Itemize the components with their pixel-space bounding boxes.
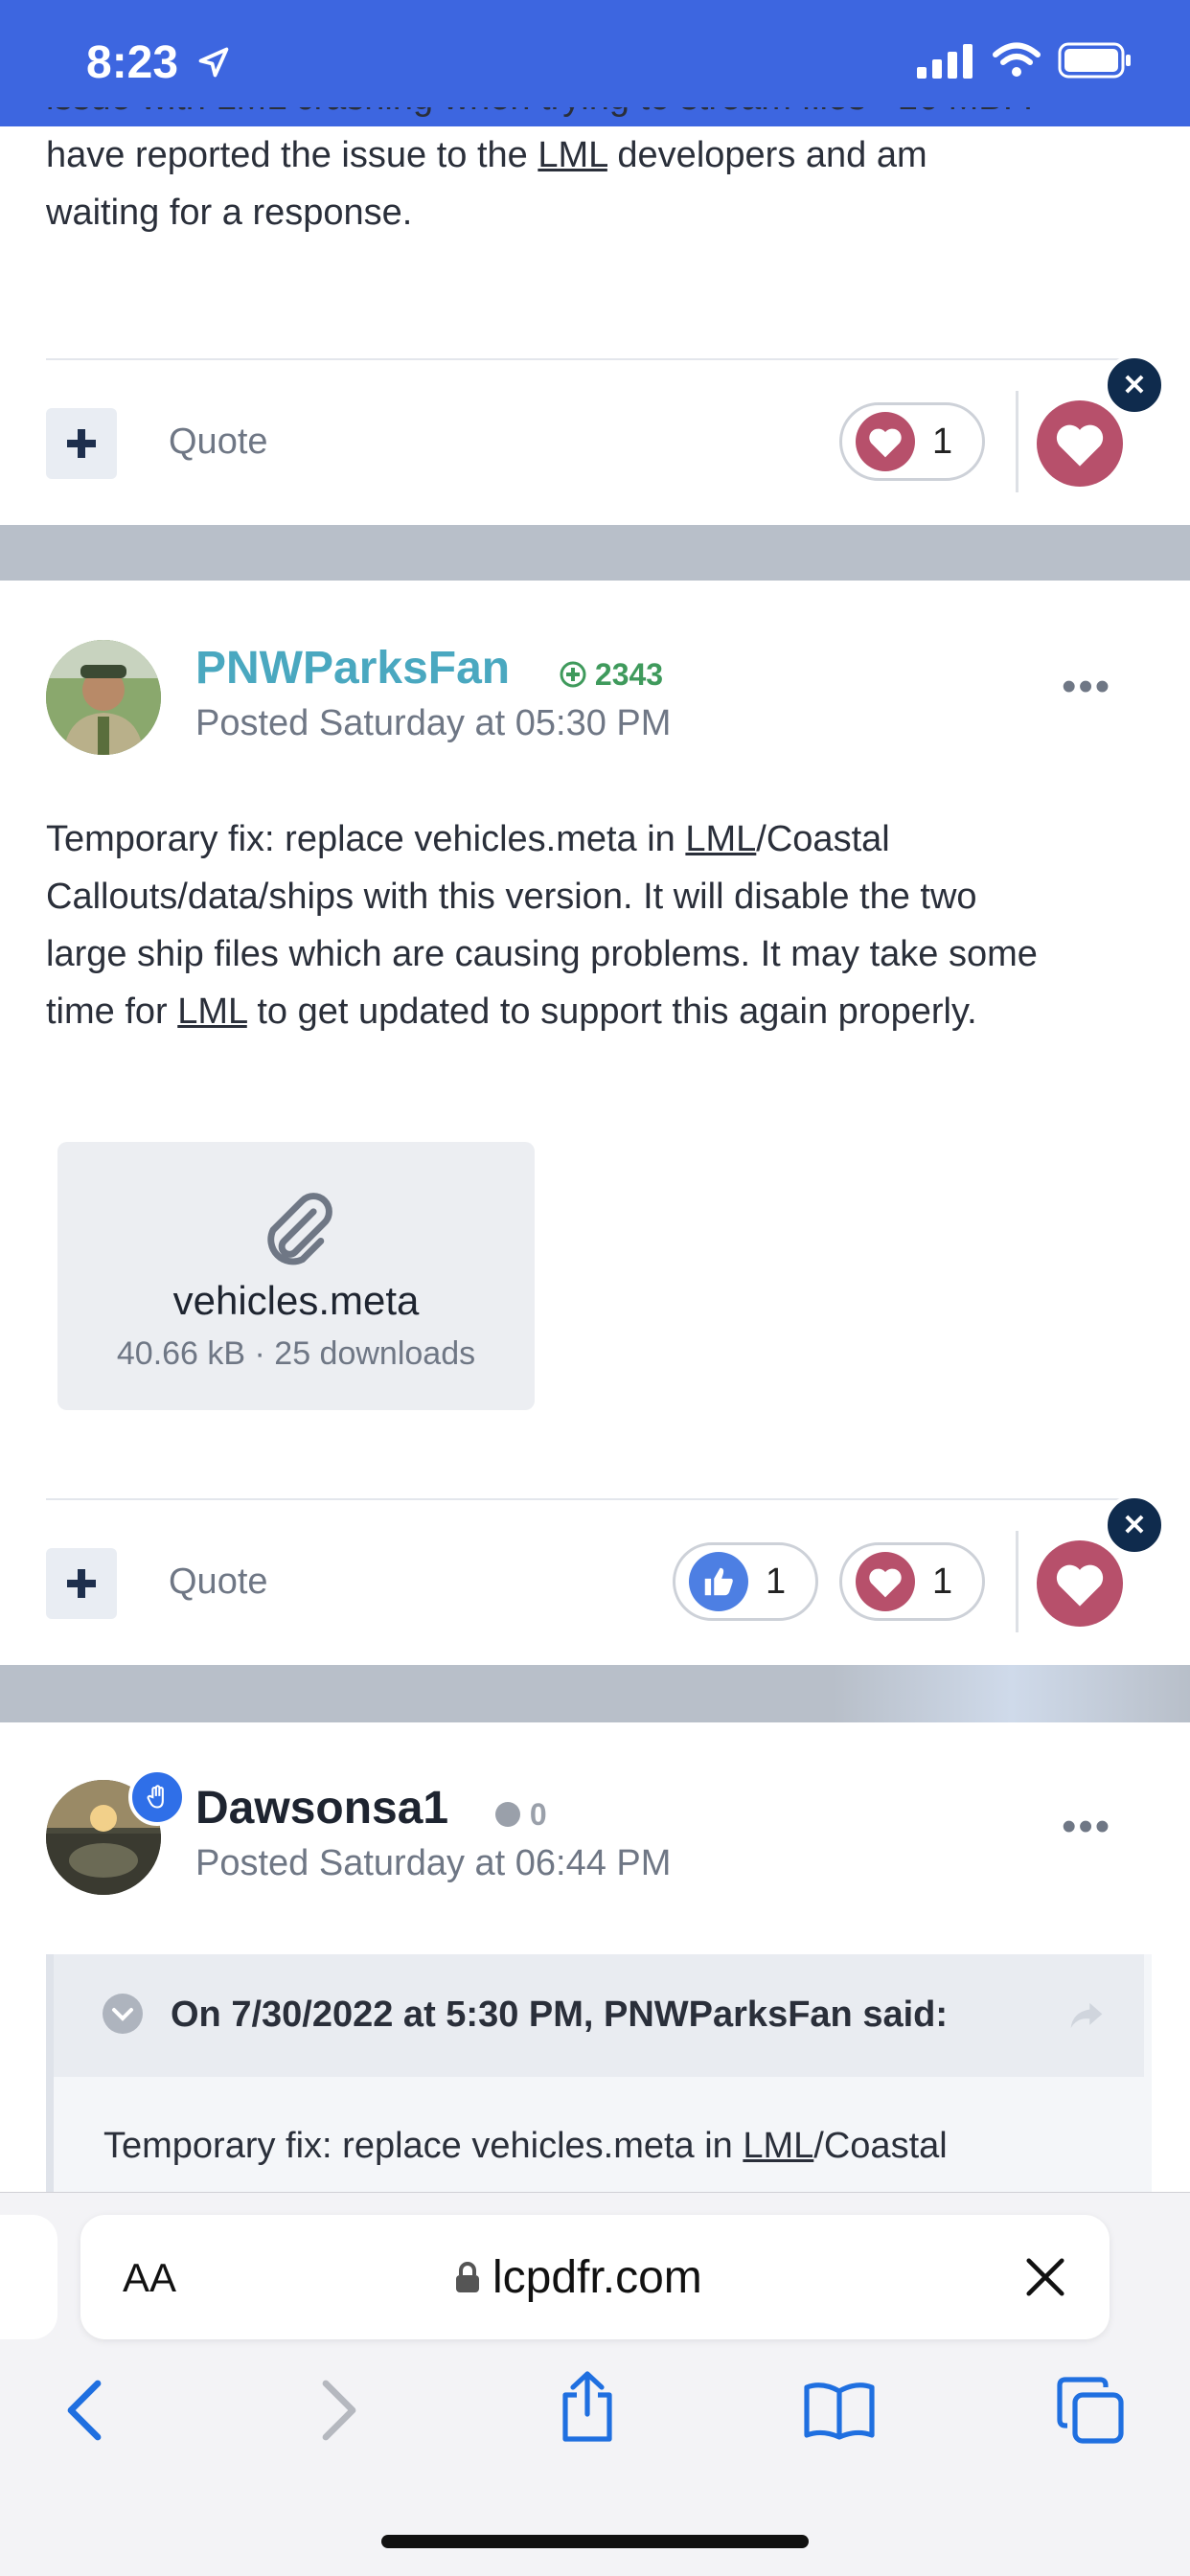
remove-reaction-close-icon[interactable]: ✕ [1104, 354, 1165, 416]
post2-reputation-badge: 2343 [560, 657, 663, 693]
attachment-filename: vehicles.meta [172, 1278, 420, 1323]
post3-timestamp: Posted Saturday at 06:44 PM [195, 1843, 672, 1883]
battery-icon [1058, 42, 1131, 79]
quote-button[interactable]: Quote [169, 1562, 268, 1603]
post1-text-line1: have reported the issue to the LML devel… [46, 126, 1157, 184]
post-separator [0, 525, 1190, 581]
post3-reputation-value: 0 [529, 1797, 547, 1832]
post-separator [0, 1665, 1190, 1722]
avatar[interactable] [46, 640, 161, 755]
heart-icon [1056, 1564, 1104, 1607]
back-icon[interactable] [63, 2380, 105, 2441]
online-hand-badge [128, 1768, 186, 1826]
url-text: lcpdfr.com [492, 2252, 702, 2303]
reaction-separator [1016, 1531, 1018, 1632]
lml-link[interactable]: LML [177, 992, 247, 1032]
heart-reaction-icon [856, 1552, 915, 1611]
status-time: 8:23 [86, 36, 231, 89]
post2-body-line3-pre: time for [46, 992, 178, 1032]
chevron-down-circle-icon[interactable] [102, 1993, 144, 2035]
plus-icon [67, 1569, 96, 1598]
reader-aa-button[interactable]: AA [123, 2255, 176, 2301]
post2-reputation-value: 2343 [594, 657, 664, 692]
lml-link[interactable]: LML [685, 819, 756, 859]
post2-body-line3-post: to get updated to support this again pro… [246, 992, 977, 1032]
post2-divider [46, 1498, 1144, 1500]
post1-line1-c: developers and am [606, 135, 927, 175]
wifi-icon [992, 42, 1041, 77]
neutral-circle-icon [495, 1802, 520, 1827]
react-heart-button[interactable] [1037, 1540, 1123, 1627]
post1-line0-text: issue with LML crashing when trying to s… [46, 107, 1033, 126]
post2-timestamp: Posted Saturday at 05:30 PM [195, 703, 672, 743]
bookmarks-icon[interactable] [803, 2380, 876, 2441]
close-icon[interactable] [1023, 2255, 1067, 2299]
home-indicator [381, 2535, 809, 2548]
go-to-post-arrow-icon[interactable] [1067, 1998, 1106, 2033]
like-reaction-count: 1 [766, 1561, 787, 1602]
paperclip-icon [267, 1193, 332, 1265]
avatar-photo-icon [46, 640, 161, 755]
attachment-card[interactable]: vehicles.meta 40.66 kB · 25 downloads [57, 1142, 535, 1410]
plus-circle-icon [560, 661, 586, 688]
more-options-icon[interactable]: ••• [1062, 1803, 1111, 1851]
post2-body-line: large ship files which are causing probl… [46, 934, 1038, 974]
post2-body-line: Callouts/data/ships with this version. I… [46, 877, 977, 917]
previous-tab-edge[interactable] [0, 2215, 57, 2339]
signal-icon [917, 44, 973, 79]
heart-reaction-count: 1 [932, 421, 953, 462]
post2-username[interactable]: PNWParksFan [195, 642, 510, 695]
heart-reaction-pill[interactable]: 1 [839, 402, 985, 481]
tabs-icon[interactable] [1056, 2376, 1125, 2445]
quote-header[interactable]: On 7/30/2022 at 5:30 PM, PNWParksFan sai… [54, 1954, 1144, 2077]
post2-body-line: time for LML to get updated to support t… [46, 983, 1157, 1040]
multiquote-plus-button[interactable] [46, 408, 117, 479]
heart-reaction-icon [856, 412, 915, 471]
forward-icon[interactable] [318, 2380, 360, 2441]
like-reaction-icon [689, 1552, 748, 1611]
remove-reaction-close-icon[interactable]: ✕ [1104, 1494, 1165, 1556]
share-icon[interactable] [558, 2368, 617, 2445]
quote-button[interactable]: Quote [169, 422, 268, 463]
post2-body: Temporary fix: replace vehicles.meta in … [46, 810, 1157, 1040]
post2-body-line0-post: /Coastal [756, 819, 890, 859]
lock-icon [456, 2262, 479, 2292]
heart-icon [1056, 424, 1104, 467]
post3-username[interactable]: Dawsonsa1 [195, 1782, 448, 1835]
post2-body-line: Temporary fix: replace vehicles.meta in … [46, 810, 1157, 868]
url-display[interactable]: lcpdfr.com [454, 2251, 702, 2304]
lml-link[interactable]: LML [538, 135, 607, 175]
reaction-separator [1016, 391, 1018, 492]
more-options-icon[interactable]: ••• [1062, 663, 1111, 711]
quote-body-pre: Temporary fix: replace vehicles.meta in [103, 2126, 744, 2166]
post1-text-line0: issue with LML crashing when trying to s… [46, 107, 1157, 126]
react-heart-button[interactable] [1037, 400, 1123, 487]
heart-reaction-count: 1 [932, 1561, 953, 1602]
lml-link[interactable]: LML [743, 2126, 813, 2166]
like-reaction-pill[interactable]: 1 [673, 1542, 818, 1621]
quote-body-post: /Coastal [813, 2126, 948, 2166]
attachment-meta: 40.66 kB · 25 downloads [116, 1335, 476, 1372]
post1-text: issue with LML crashing when trying to s… [46, 107, 1157, 241]
plus-icon [67, 429, 96, 458]
post1-text-line2: waiting for a response. [46, 193, 413, 233]
post2-body-line0-pre: Temporary fix: replace vehicles.meta in [46, 819, 686, 859]
quote-title: On 7/30/2022 at 5:30 PM, PNWParksFan sai… [171, 1995, 949, 2035]
location-arrow-icon [199, 47, 229, 78]
quote-body: Temporary fix: replace vehicles.meta in … [103, 2117, 948, 2175]
post1-line1-a: have reported the issue to the [46, 135, 538, 175]
hand-icon [147, 1785, 164, 1809]
post3-reputation-badge: 0 [494, 1797, 547, 1833]
multiquote-plus-button[interactable] [46, 1548, 117, 1619]
post1-divider [46, 358, 1144, 360]
status-icons [917, 42, 1133, 83]
quoted-post: On 7/30/2022 at 5:30 PM, PNWParksFan sai… [46, 1954, 1152, 2203]
address-bar[interactable]: AA lcpdfr.com [80, 2215, 1110, 2339]
status-time-text: 8:23 [86, 37, 179, 88]
heart-reaction-pill[interactable]: 1 [839, 1542, 985, 1621]
